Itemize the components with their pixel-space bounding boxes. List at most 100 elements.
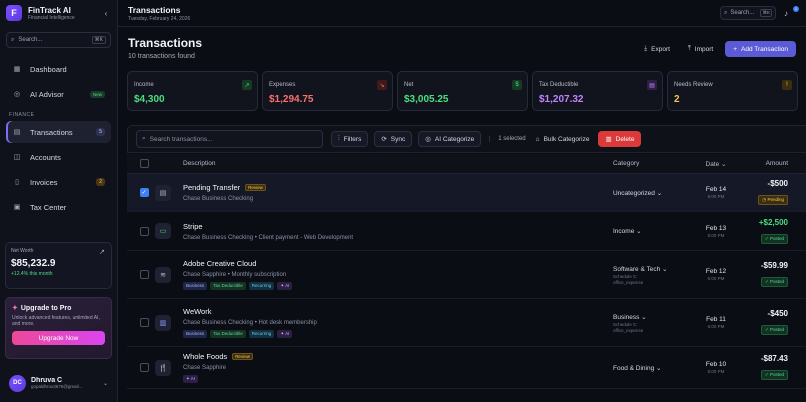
account-meta: Chase Business Checking • Client payment… (183, 235, 613, 241)
filters-button[interactable]: ⫶ Filters (331, 131, 369, 147)
sidebar-search[interactable]: ⌕ Search... ⌘K (6, 32, 111, 48)
export-button[interactable]: ⤓ Export (638, 41, 676, 57)
ai-categorize-button[interactable]: ◎ AI Categorize (418, 131, 482, 147)
row-checkbox[interactable] (139, 318, 149, 327)
sidebar-item-dashboard[interactable]: ▦ Dashboard (6, 58, 111, 80)
sidebar-item-accounts[interactable]: ◫ Accounts (6, 146, 111, 168)
sidebar-item-tax-center[interactable]: ▣ Tax Center (6, 196, 111, 218)
card-label: Income (134, 82, 154, 88)
finance-nav: ▤ Transactions 5 ◫ Accounts ▯ Invoices 2… (0, 121, 117, 218)
file-icon: ▯ (15, 179, 19, 186)
add-transaction-button[interactable]: + Add Transaction (725, 41, 796, 57)
column-amount: Amount (765, 160, 788, 167)
tag: Tax Deductible (210, 282, 246, 290)
account-name: Chase Business Checking (183, 196, 254, 202)
card-icon: ↗ (242, 80, 252, 90)
transaction-time: 6:00 PM (707, 369, 725, 374)
table-row[interactable]: ▭ Stripe Chase Business Checking • Client … (127, 212, 806, 251)
transaction-search[interactable]: ⌕ Search transactions... (136, 130, 323, 148)
table-row[interactable]: ▥ WeWork Chase Business Checking • Hot des… (127, 299, 806, 347)
table-row[interactable]: ≋ Adobe Creative Cloud Chase Sapphire • Mo… (127, 251, 806, 299)
shortcut-hint: ⌘K (760, 9, 772, 17)
status-badge: ✓ Posted (760, 370, 788, 380)
bulk-categorize-button[interactable]: ⌂ Bulk Categorize (536, 136, 590, 143)
sort-icon: ⌄ (721, 160, 727, 168)
net-worth-label: Net Worth (11, 248, 34, 254)
chevron-down-icon: ⌄ (660, 265, 668, 273)
column-category: Category (613, 160, 640, 167)
receipt-icon: ▤ (13, 129, 21, 136)
row-checkbox[interactable] (139, 363, 149, 372)
card-value: 2 (674, 94, 680, 105)
select-all-checkbox[interactable] (139, 159, 149, 168)
top-bar: Transactions Tuesday, February 24, 2026 … (118, 0, 806, 27)
merchant-icon: ≋ (155, 266, 171, 283)
category-select[interactable]: Business ⌄ (613, 313, 699, 321)
transaction-amount: -$59.99 (760, 261, 788, 270)
chevron-down-icon: ⌄ (102, 380, 108, 387)
column-date[interactable]: Date ⌄ (699, 160, 733, 168)
category-select[interactable]: Software & Tech ⌄ (613, 265, 699, 273)
import-button[interactable]: ⤒ Import (682, 41, 719, 57)
trash-icon: ▥ (605, 136, 612, 143)
summary-card: Income $4,300 ↗ (127, 71, 258, 111)
tag-icon: ⌂ (535, 135, 540, 143)
sidebar-nav: ▦ Dashboard ◎ AI Advisor New (0, 58, 117, 105)
upgrade-button[interactable]: Upgrade Now (12, 331, 105, 345)
category-select[interactable]: Food & Dining ⌄ (613, 364, 699, 372)
grid-icon: ▦ (13, 66, 21, 73)
user-menu[interactable]: DC Dhruva C gopaldhruv3675@gmail... ⌄ (5, 370, 112, 396)
sidebar-item-ai-advisor[interactable]: ◎ AI Advisor New (6, 83, 111, 105)
transaction-amount: -$87.43 (760, 354, 788, 363)
category-select[interactable]: Uncategorized ⌄ (613, 189, 699, 197)
main-content: Transactions Tuesday, February 24, 2026 … (118, 0, 806, 402)
sync-button[interactable]: ⟳ Sync (374, 131, 413, 147)
transaction-date: Feb 14 (705, 186, 727, 193)
card-icon: ▤ (647, 80, 657, 90)
download-icon: ⤓ (644, 45, 648, 52)
table-row[interactable]: ✓ ▤ Pending Transfer Review Chase Business C… (127, 174, 806, 212)
upload-icon: ⤒ (687, 45, 691, 52)
global-search[interactable]: ⌕ Search... ⌘K (720, 6, 776, 20)
table-header: Description Category Date ⌄ Amount (127, 154, 806, 174)
merchant-icon: ▭ (155, 223, 171, 239)
row-checkbox[interactable]: ✓ (139, 188, 149, 197)
account-name: Chase Sapphire (183, 365, 227, 371)
delete-button[interactable]: ▥ Delete (598, 131, 642, 147)
chevron-down-icon: ⌄ (634, 228, 642, 235)
count-badge: 5 (96, 128, 105, 136)
tag: Business (183, 330, 208, 338)
transaction-time: 6:00 PM (707, 194, 725, 199)
card-icon: ! (782, 80, 792, 90)
tag-list: ✦ AI (183, 375, 613, 383)
transaction-date: Feb 11 (706, 316, 726, 323)
transaction-time: 6:00 PM (707, 232, 725, 238)
calculator-icon: ▣ (13, 204, 21, 211)
transactions-table: Description Category Date ⌄ Amount ✓ ▤ Pen… (127, 154, 806, 389)
trend-up-icon: ↗ (99, 249, 105, 256)
merchant-name: Pending Transfer (183, 183, 241, 192)
row-checkbox[interactable] (139, 226, 149, 236)
current-date: Tuesday, February 24, 2026 (128, 15, 191, 22)
card-icon: $ (512, 80, 522, 90)
summary-card: Needs Review 2! (667, 71, 798, 111)
row-checkbox[interactable] (139, 270, 149, 279)
status-badge: ✓ Posted (760, 233, 788, 244)
account-meta: Chase Business Checking (183, 196, 613, 202)
sidebar-item-invoices[interactable]: ▯ Invoices 2 (6, 171, 111, 193)
tag-list: Business Tax Deductible Recurring ✦ AI (183, 282, 613, 290)
tag: Recurring (248, 282, 275, 290)
category-select[interactable]: Income ⌄ (613, 227, 699, 235)
user-name: Dhruva C (31, 377, 63, 384)
user-email: gopaldhruv3675@gmail... (31, 384, 83, 389)
table-row[interactable]: 🍴 Whole Foods Review Chase Sapphire ✦ AI Food… (127, 347, 806, 389)
sparkle-icon: ◎ (425, 136, 431, 143)
tag: ✦ AI (183, 375, 199, 383)
sidebar-item-transactions[interactable]: ▤ Transactions 5 (6, 121, 111, 143)
bell-icon[interactable]: ♪ 1 (784, 5, 799, 18)
chevron-left-icon[interactable]: ‹ (101, 9, 111, 18)
transaction-date: Feb 10 (705, 361, 727, 368)
tag: Tax Deductible (210, 330, 246, 338)
brand-name: FinTrack AI (28, 5, 71, 15)
column-description: Description (183, 160, 216, 167)
